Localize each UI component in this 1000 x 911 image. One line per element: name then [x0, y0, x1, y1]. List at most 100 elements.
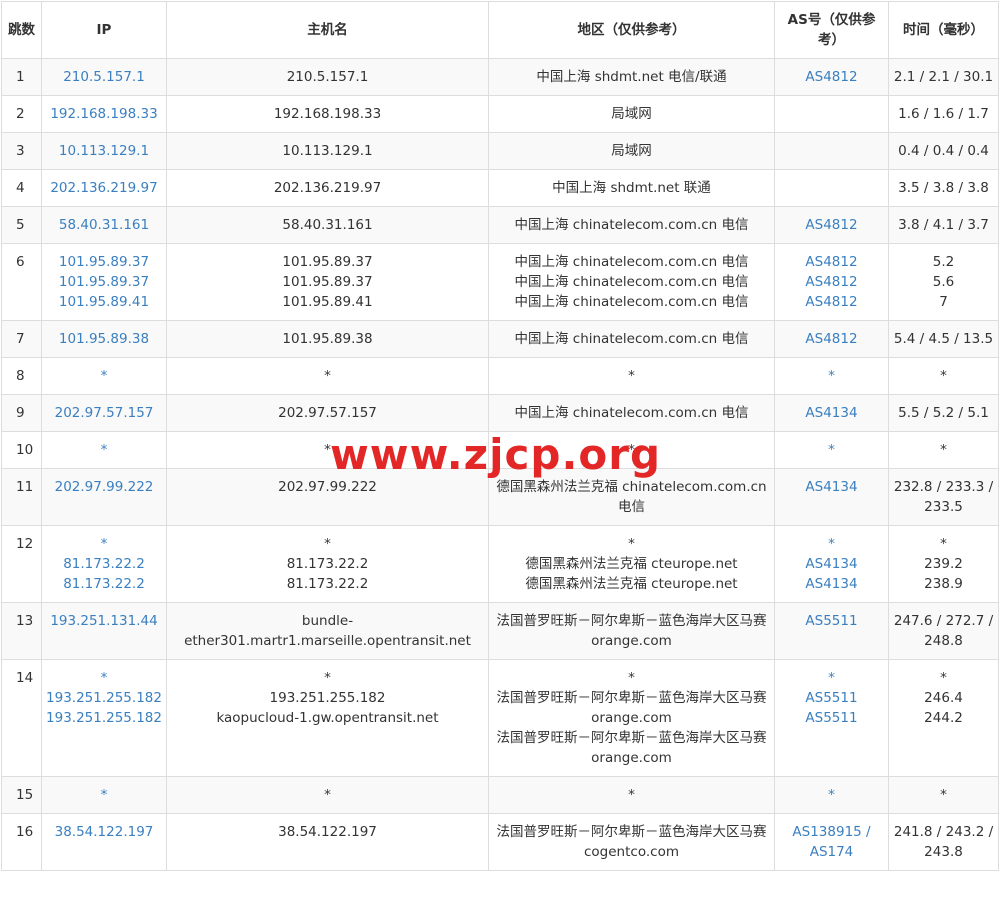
time-cell-line: *	[940, 536, 947, 552]
time-cell: 5.5 / 5.2 / 5.1	[888, 394, 999, 432]
hostname-cell: 192.168.198.33	[166, 95, 489, 133]
region-cell-line: 中国上海 chinatelecom.com.cn 电信	[514, 274, 749, 290]
time-cell-line: 5.4 / 4.5 / 13.5	[893, 331, 994, 347]
ip-cell-line[interactable]: 58.40.31.161	[46, 215, 162, 235]
ip-cell-line[interactable]: 192.168.198.33	[46, 104, 162, 124]
asn-cell-line[interactable]: AS5511	[779, 688, 884, 708]
time-cell: 247.6 / 272.7 / 248.8	[888, 602, 999, 660]
hostname-cell: bundle-ether301.martr1.marseille.opentra…	[166, 602, 489, 660]
asn-cell: AS4812	[774, 58, 889, 96]
asn-cell-line[interactable]: AS5511	[779, 708, 884, 728]
region-cell-line: 中国上海 shdmt.net 电信/联通	[536, 69, 727, 85]
time-cell-line: *	[940, 670, 947, 686]
ip-cell-line[interactable]: 101.95.89.38	[46, 329, 162, 349]
time-cell-line: 3.8 / 4.1 / 3.7	[898, 217, 989, 233]
asn-cell-line[interactable]: AS5511	[779, 611, 884, 631]
asn-cell-line[interactable]: AS4134	[779, 477, 884, 497]
region-cell: 德国黑森州法兰克福 chinatelecom.com.cn 电信	[488, 468, 775, 526]
asn-cell: AS4812 AS4812 AS4812	[774, 243, 889, 321]
table-row: 7 101.95.89.38 101.95.89.38 中国上海 chinatelec…	[1, 320, 999, 358]
ip-cell-line[interactable]: 202.136.219.97	[46, 178, 162, 198]
time-cell-line: 241.8 / 243.2 / 243.8	[893, 824, 994, 860]
time-cell: 5.2 5.6 7	[888, 243, 999, 321]
ip-cell-line[interactable]: 202.97.57.157	[46, 403, 162, 423]
ip-cell: 210.5.157.1	[41, 58, 167, 96]
region-cell: *	[488, 357, 775, 395]
asn-cell-line[interactable]: AS4812	[779, 292, 884, 312]
region-cell-line: *	[628, 787, 635, 803]
hostname-cell: * 193.251.255.182 kaopucloud-1.gw.opentran…	[166, 659, 489, 777]
ip-cell: 10.113.129.1	[41, 132, 167, 170]
hop-cell: 6	[1, 243, 42, 321]
ip-cell-line[interactable]: 101.95.89.37	[46, 272, 162, 292]
time-cell: 3.8 / 4.1 / 3.7	[888, 206, 999, 244]
table-row: 14 * 193.251.255.182 193.251.255.182 * 193.25…	[1, 659, 999, 777]
ip-cell-line[interactable]: 202.97.99.222	[46, 477, 162, 497]
hop-cell: 7	[1, 320, 42, 358]
region-cell-line: *	[628, 442, 635, 458]
ip-cell-line[interactable]: 193.251.255.182	[46, 688, 162, 708]
ip-cell-line[interactable]: 101.95.89.41	[46, 292, 162, 312]
hostname-cell-line: 101.95.89.37	[282, 254, 373, 270]
asn-cell-line[interactable]: AS4812	[779, 272, 884, 292]
hostname-cell-line: 38.54.122.197	[278, 824, 377, 840]
region-cell: *	[488, 776, 775, 814]
hostname-cell-line: 193.251.255.182	[269, 690, 386, 706]
ip-cell-line[interactable]: 10.113.129.1	[46, 141, 162, 161]
header-ip: IP	[41, 1, 167, 59]
table-row: 4 202.136.219.97 202.136.219.97 中国上海 shdmt.…	[1, 169, 999, 207]
region-cell: 中国上海 shdmt.net 电信/联通	[488, 58, 775, 96]
hostname-cell-line: *	[324, 442, 331, 458]
asn-cell-line[interactable]: AS4134	[779, 574, 884, 594]
hop-cell: 16	[1, 813, 42, 871]
time-cell: 3.5 / 3.8 / 3.8	[888, 169, 999, 207]
time-cell: 0.4 / 0.4 / 0.4	[888, 132, 999, 170]
time-cell-line: 1.6 / 1.6 / 1.7	[898, 106, 989, 122]
hostname-cell-line: 101.95.89.41	[282, 294, 373, 310]
hostname-cell-line: 10.113.129.1	[282, 143, 373, 159]
traceroute-table: 跳数 IP 主机名 地区（仅供参考） AS号（仅供参考） 时间（毫秒） 1 210…	[1, 1, 999, 871]
ip-cell-line[interactable]: 81.173.22.2	[46, 554, 162, 574]
asn-cell-line[interactable]: AS4134	[779, 554, 884, 574]
time-cell: 241.8 / 243.2 / 243.8	[888, 813, 999, 871]
hostname-cell-line: 202.136.219.97	[273, 180, 382, 196]
hop-cell: 3	[1, 132, 42, 170]
hop-cell: 1	[1, 58, 42, 96]
time-cell-line: *	[940, 787, 947, 803]
table-header-row: 跳数 IP 主机名 地区（仅供参考） AS号（仅供参考） 时间（毫秒）	[1, 1, 999, 59]
hostname-cell-line: *	[324, 670, 331, 686]
asn-cell-line: *	[828, 670, 835, 686]
asn-cell-line[interactable]: AS138915 / AS174	[779, 822, 884, 862]
region-cell-line: 德国黑森州法兰克福 chinatelecom.com.cn 电信	[496, 479, 767, 515]
ip-cell-line[interactable]: 38.54.122.197	[46, 822, 162, 842]
region-cell-line: 中国上海 chinatelecom.com.cn 电信	[514, 217, 749, 233]
ip-cell: 192.168.198.33	[41, 95, 167, 133]
time-cell: 5.4 / 4.5 / 13.5	[888, 320, 999, 358]
ip-cell-line[interactable]: 193.251.255.182	[46, 708, 162, 728]
ip-cell-line[interactable]: 81.173.22.2	[46, 574, 162, 594]
table-row: 9 202.97.57.157 202.97.57.157 中国上海 chinatel…	[1, 394, 999, 432]
asn-cell-line[interactable]: AS4134	[779, 403, 884, 423]
time-cell-line: 5.6	[932, 274, 955, 290]
region-cell: *	[488, 431, 775, 469]
asn-cell-line[interactable]: AS4812	[779, 215, 884, 235]
ip-cell-line[interactable]: 193.251.131.44	[46, 611, 162, 631]
region-cell: 局域网	[488, 132, 775, 170]
region-cell-line: 中国上海 shdmt.net 联通	[552, 180, 711, 196]
asn-cell-line[interactable]: AS4812	[779, 252, 884, 272]
asn-cell-line[interactable]: AS4812	[779, 329, 884, 349]
ip-cell: *	[41, 357, 167, 395]
hostname-cell: 202.97.57.157	[166, 394, 489, 432]
region-cell: * 法国普罗旺斯－阿尔卑斯－蓝色海岸大区马赛 orange.com 法国普罗旺斯－阿…	[488, 659, 775, 777]
hostname-cell: 101.95.89.38	[166, 320, 489, 358]
region-cell: 中国上海 chinatelecom.com.cn 电信	[488, 320, 775, 358]
ip-cell-line[interactable]: 210.5.157.1	[46, 67, 162, 87]
table-row: 5 58.40.31.161 58.40.31.161 中国上海 chinatelec…	[1, 206, 999, 244]
time-cell: * 246.4 244.2	[888, 659, 999, 777]
ip-cell: 58.40.31.161	[41, 206, 167, 244]
table-row: 15 * * * * *	[1, 776, 999, 814]
ip-cell-line[interactable]: 101.95.89.37	[46, 252, 162, 272]
asn-cell-line: *	[828, 536, 835, 552]
hostname-cell: 202.97.99.222	[166, 468, 489, 526]
asn-cell-line[interactable]: AS4812	[779, 67, 884, 87]
